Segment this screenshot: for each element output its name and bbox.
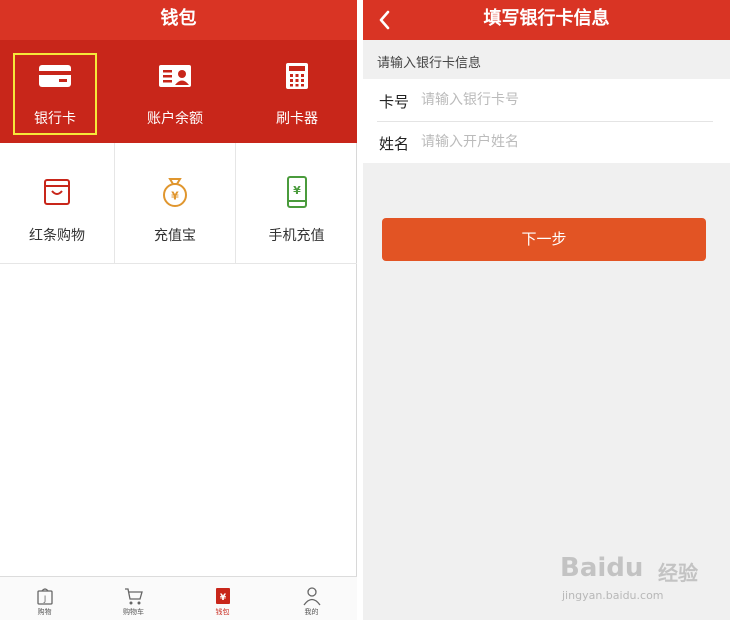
svg-text:¥: ¥	[171, 190, 179, 203]
name-row: 姓名	[363, 121, 730, 163]
bottom-tab-bar: J 购物 购物车 ¥ 钱包 我的	[0, 576, 357, 620]
red-strip-shopping-item[interactable]: 红条购物	[0, 143, 114, 264]
bank-card-form: 卡号 姓名	[363, 79, 730, 163]
bank-card-form-screen: 填写银行卡信息 请输入银行卡信息 卡号 姓名 下一步	[363, 0, 730, 620]
name-label: 姓名	[379, 135, 410, 153]
money-bag-icon: ¥	[163, 178, 187, 207]
tab-me[interactable]: 我的	[267, 577, 356, 620]
name-input[interactable]	[421, 129, 711, 155]
highlight-box	[13, 53, 97, 135]
shopping-icon: J	[36, 588, 53, 605]
recharge-treasure-item[interactable]: ¥ 充值宝	[115, 143, 235, 264]
phone-recharge-item[interactable]: ¥ 手机充值	[236, 143, 357, 264]
account-balance-item[interactable]: 账户余额	[115, 40, 235, 143]
screenshot-frame: 钱包 银行卡 账户余额 刷卡器 红条购物 ¥ 充值宝 ¥ 手机充值 J 购物 购…	[0, 0, 730, 620]
tab-wallet[interactable]: ¥ 钱包	[178, 577, 267, 620]
wallet-screen: 钱包 银行卡 账户余额 刷卡器 红条购物 ¥ 充值宝 ¥ 手机充值 J 购物 购…	[0, 0, 357, 620]
card-reader-item[interactable]: 刷卡器	[237, 40, 357, 143]
svg-text:J: J	[42, 595, 45, 604]
user-icon	[302, 587, 321, 606]
phone-recharge-icon: ¥	[286, 176, 307, 208]
tab-cart[interactable]: 购物车	[89, 577, 178, 620]
baidu-watermark: Baidu 经验 jingyan.baidu.com	[560, 545, 720, 609]
tab-shopping[interactable]: J 购物	[0, 577, 89, 620]
svg-text:¥: ¥	[219, 593, 226, 603]
svg-text:¥: ¥	[293, 184, 301, 197]
card-number-input[interactable]	[421, 87, 711, 113]
phone-recharge-label: 手机充值	[268, 228, 325, 244]
watermark-url: jingyan.baidu.com	[562, 589, 664, 602]
tab-shopping-label: 购物	[37, 608, 52, 616]
wallet-top-panel: 银行卡 账户余额 刷卡器	[0, 40, 357, 143]
next-step-button[interactable]: 下一步	[382, 218, 706, 261]
page-title: 填写银行卡信息	[483, 8, 610, 29]
card-reader-icon	[286, 63, 308, 89]
page-title: 钱包	[0, 0, 357, 40]
account-balance-label: 账户余额	[147, 111, 203, 127]
wallet-icon: ¥	[215, 588, 230, 604]
section-hint: 请输入银行卡信息	[377, 56, 482, 71]
tab-me-label: 我的	[304, 608, 319, 616]
card-number-label: 卡号	[379, 93, 410, 111]
wallet-services-grid: 红条购物 ¥ 充值宝 ¥ 手机充值	[0, 143, 357, 264]
recharge-treasure-label: 充值宝	[154, 228, 196, 244]
watermark-cn: 经验	[658, 561, 698, 585]
card-number-row: 卡号	[363, 79, 730, 122]
card-reader-label: 刷卡器	[276, 111, 318, 127]
tab-wallet-label: 钱包	[215, 608, 230, 616]
shopping-bag-icon	[44, 179, 70, 205]
watermark-brand: Baidu	[560, 553, 644, 583]
red-strip-shopping-label: 红条购物	[29, 228, 85, 244]
cart-icon	[124, 588, 143, 605]
tab-cart-label: 购物车	[123, 608, 144, 616]
account-balance-icon	[159, 65, 191, 87]
nav-bar: 填写银行卡信息	[363, 0, 730, 40]
